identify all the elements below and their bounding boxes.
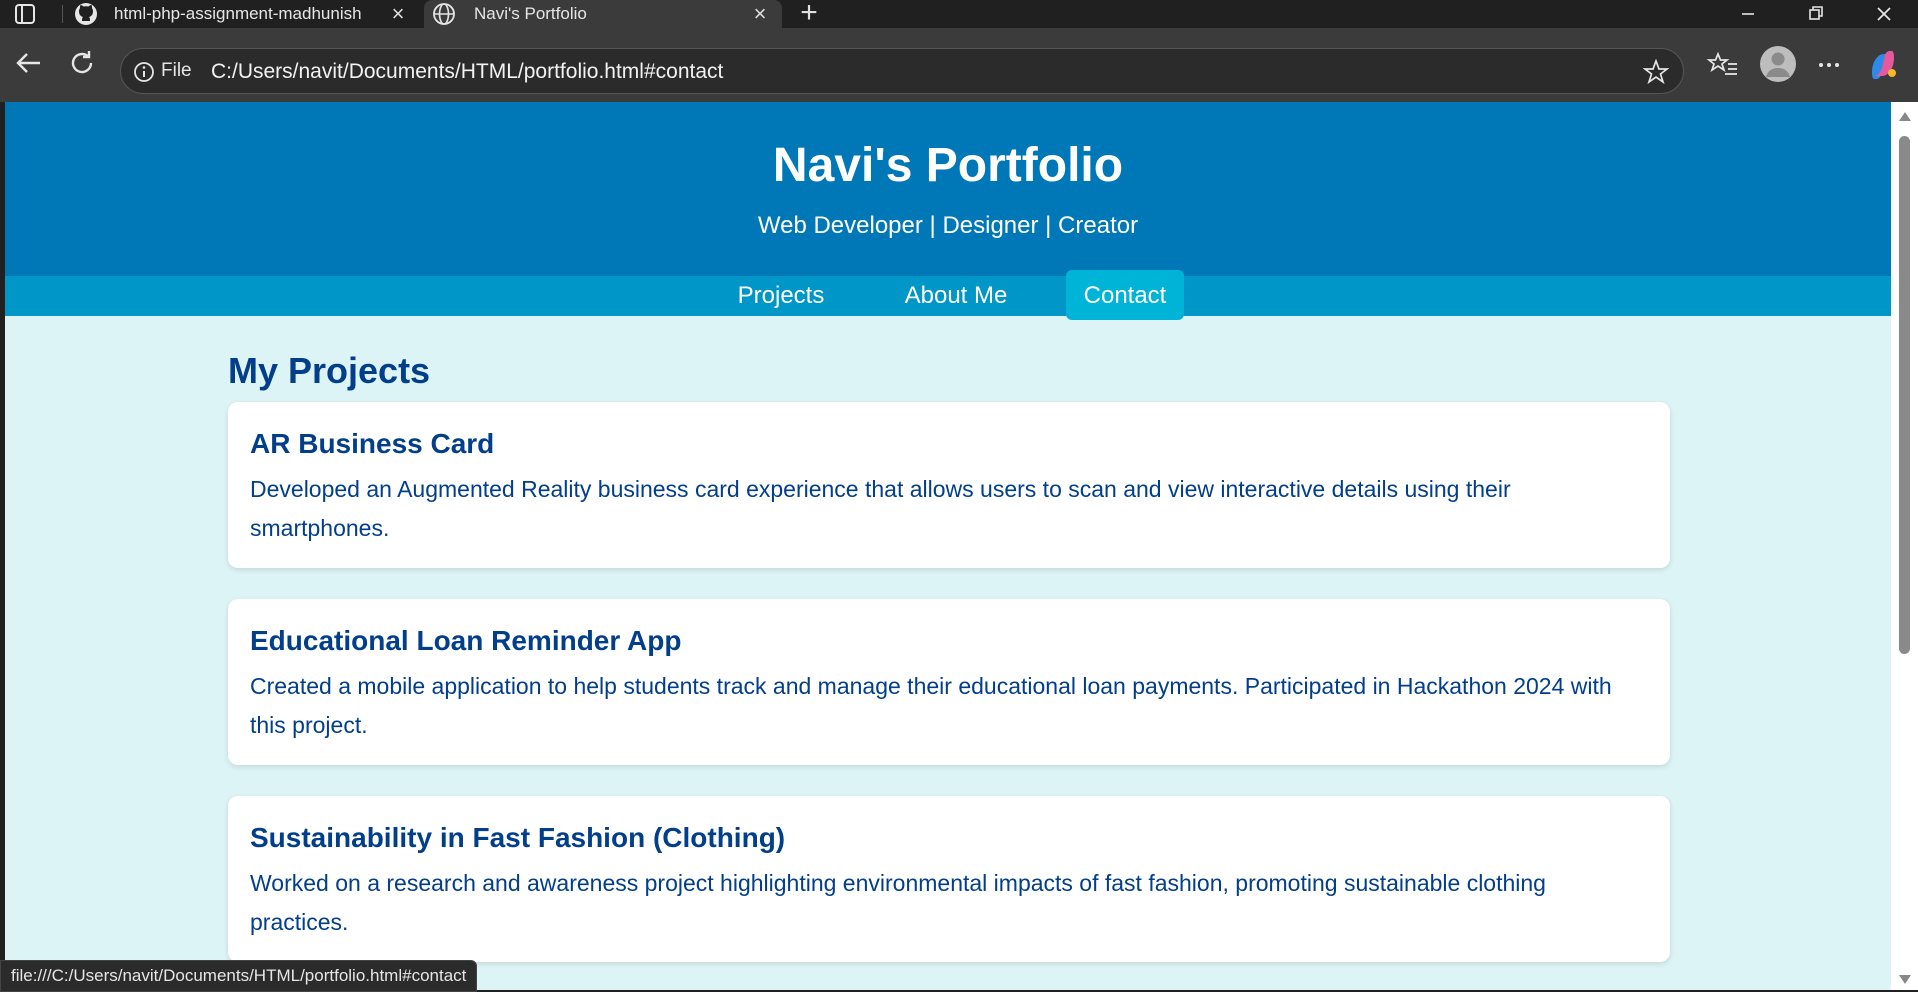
site-title: Navi's Portfolio — [772, 139, 1124, 192]
tab-title: html-php-assignment-madhunish — [114, 4, 362, 23]
close-tab-icon[interactable]: × — [748, 2, 772, 26]
tab-bar: html-php-assignment-madhunish × Navi's P… — [0, 0, 1918, 28]
project-card: AR Business Card Developed an Augmented … — [228, 402, 1670, 568]
site-tagline: Web Developer | Designer | Creator — [757, 212, 1139, 239]
tab-portfolio[interactable]: Navi's Portfolio × — [424, 0, 782, 28]
project-description: Developed an Augmented Reality business … — [250, 476, 1511, 541]
site-nav: Projects About Me Contact — [5, 270, 1891, 320]
project-card: Educational Loan Reminder App Created a … — [228, 599, 1670, 765]
tab-github[interactable]: html-php-assignment-madhunish × — [66, 0, 422, 28]
globe-icon — [432, 2, 456, 26]
nav-link-contact[interactable]: Contact — [1066, 270, 1184, 320]
restore-icon[interactable] — [1788, 0, 1844, 28]
scroll-down-icon[interactable] — [1899, 975, 1911, 984]
back-icon[interactable] — [10, 45, 46, 81]
scroll-thumb[interactable] — [1899, 136, 1910, 654]
nav-link-projects[interactable]: Projects — [721, 276, 841, 316]
projects-heading: My Projects — [228, 350, 431, 391]
page-viewport: Navi's Portfolio Web Developer | Designe… — [5, 102, 1891, 990]
project-title: Sustainability in Fast Fashion (Clothing… — [250, 822, 786, 853]
copilot-icon[interactable] — [1866, 48, 1900, 82]
scheme-label: File — [161, 60, 192, 81]
nav-link-about-me[interactable]: About Me — [891, 276, 1021, 316]
project-description: Created a mobile application to help stu… — [250, 673, 1612, 738]
vertical-scrollbar[interactable] — [1891, 102, 1918, 990]
address-bar[interactable]: File C:/Users/navit/Documents/HTML/portf… — [120, 48, 1684, 94]
favorites-icon[interactable] — [1706, 48, 1740, 82]
project-card: Sustainability in Fast Fashion (Clothing… — [228, 796, 1670, 962]
site-info-icon[interactable] — [133, 61, 155, 83]
tab-actions-icon[interactable] — [14, 3, 36, 25]
minimize-icon[interactable] — [1720, 0, 1776, 28]
scroll-up-icon[interactable] — [1899, 112, 1911, 121]
project-description: Worked on a research and awareness proje… — [250, 870, 1546, 935]
site-header: Navi's Portfolio Web Developer | Designe… — [5, 102, 1891, 276]
favorite-star-icon[interactable] — [1642, 58, 1670, 85]
close-window-icon[interactable] — [1856, 0, 1912, 28]
close-tab-icon[interactable]: × — [386, 2, 410, 26]
tab-separator — [62, 5, 63, 23]
link-status-bar: file:///C:/Users/navit/Documents/HTML/po… — [0, 960, 478, 992]
reload-icon[interactable] — [64, 45, 100, 81]
github-icon — [74, 2, 98, 26]
profile-avatar-icon[interactable] — [1758, 44, 1798, 84]
browser-toolbar: File C:/Users/navit/Documents/HTML/portf… — [0, 28, 1918, 102]
new-tab-icon[interactable]: + — [794, 0, 824, 28]
more-options-icon[interactable] — [1812, 48, 1846, 82]
tab-title: Navi's Portfolio — [474, 4, 587, 23]
project-title: AR Business Card — [250, 428, 495, 459]
project-title: Educational Loan Reminder App — [250, 625, 682, 656]
url-text[interactable]: C:/Users/navit/Documents/HTML/portfolio.… — [211, 60, 723, 84]
